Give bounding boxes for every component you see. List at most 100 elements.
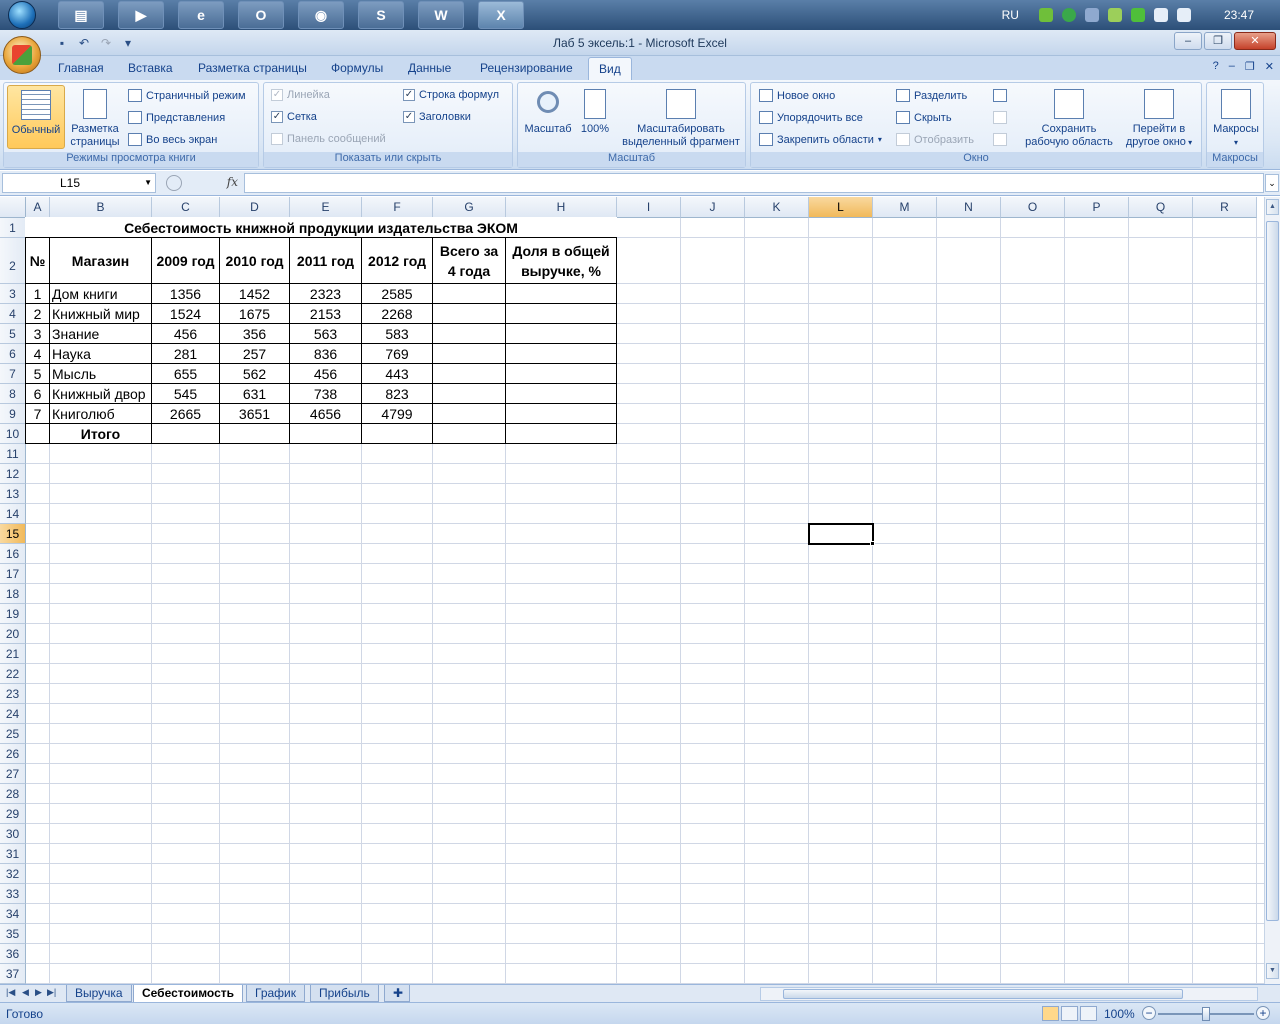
row-header[interactable]: 12 — [0, 464, 26, 484]
cell-2012[interactable]: 443 — [361, 363, 433, 384]
formula-input[interactable] — [244, 173, 1264, 193]
cell-number[interactable]: 2 — [25, 303, 50, 324]
header-share-percent[interactable]: Доля в общей выручке, % — [505, 237, 617, 284]
tab-view[interactable]: Вид — [588, 57, 632, 81]
cell-2010[interactable]: 1675 — [219, 303, 290, 324]
ribbon-close-icon[interactable]: ✕ — [1265, 60, 1274, 73]
vertical-scrollbar[interactable]: ▲ ▼ — [1264, 197, 1280, 984]
taskbar-skype-icon[interactable]: S — [358, 1, 404, 29]
tab-page-layout[interactable]: Разметка страницы — [198, 61, 307, 75]
scroll-down-icon[interactable]: ▼ — [1266, 963, 1279, 979]
cell-2009[interactable]: 1524 — [151, 303, 220, 324]
view-side-by-side-button[interactable] — [993, 89, 1007, 102]
column-header-c[interactable]: C — [152, 197, 220, 218]
row-header[interactable]: 7 — [0, 364, 26, 384]
message-bar-checkbox[interactable]: Панель сообщений — [271, 133, 386, 145]
ribbon-restore-icon[interactable]: ❐ — [1245, 60, 1255, 73]
cell-2011[interactable]: 836 — [289, 343, 362, 364]
row-header[interactable]: 3 — [0, 284, 26, 304]
horizontal-scrollbar[interactable] — [760, 987, 1258, 1001]
name-box-dropdown-icon[interactable]: ▼ — [144, 174, 152, 192]
macros-button[interactable]: Макросы ▾ — [1209, 85, 1263, 149]
zoom-slider[interactable]: − + — [1142, 1006, 1272, 1022]
row-header[interactable]: 24 — [0, 704, 26, 724]
freeze-panes-button[interactable]: Закрепить области ▾ — [759, 133, 882, 146]
headings-checkbox[interactable]: ✓ Заголовки — [403, 111, 471, 123]
save-workspace-button[interactable]: Сохранить рабочую область — [1021, 85, 1117, 149]
cell-number[interactable]: 6 — [25, 383, 50, 404]
cell-share[interactable] — [505, 323, 617, 344]
column-header-j[interactable]: J — [681, 197, 745, 218]
cell-shop[interactable]: Мысль — [49, 363, 152, 384]
cell-shop[interactable]: Книголюб — [49, 403, 152, 424]
row-header[interactable]: 22 — [0, 664, 26, 684]
column-header-g[interactable]: G — [433, 197, 506, 218]
cell-total[interactable] — [432, 403, 506, 424]
row-header[interactable]: 36 — [0, 944, 26, 964]
row-header[interactable]: 25 — [0, 724, 26, 744]
tab-home[interactable]: Главная — [58, 61, 104, 75]
header-2011[interactable]: 2011 год — [289, 237, 362, 284]
column-header-f[interactable]: F — [362, 197, 433, 218]
cell-2011[interactable]: 4656 — [289, 403, 362, 424]
cell-2010[interactable]: 356 — [219, 323, 290, 344]
sheet-tab-chart[interactable]: График — [246, 985, 305, 1002]
row-header[interactable]: 6 — [0, 344, 26, 364]
cell-share[interactable] — [505, 363, 617, 384]
formula-bar-checkbox[interactable]: ✓ Строка формул — [403, 89, 499, 101]
cell-total-value[interactable] — [505, 423, 617, 444]
next-sheet-icon[interactable]: ▶ — [35, 987, 42, 998]
row-header[interactable]: 5 — [0, 324, 26, 344]
row-header[interactable]: 27 — [0, 764, 26, 784]
column-header-p[interactable]: P — [1065, 197, 1129, 218]
cell-2010[interactable]: 257 — [219, 343, 290, 364]
fx-icon[interactable]: fx — [227, 175, 238, 189]
tray-check-icon[interactable] — [1130, 8, 1145, 22]
cell-share[interactable] — [505, 303, 617, 324]
row-header[interactable]: 34 — [0, 904, 26, 924]
row-header[interactable]: 30 — [0, 824, 26, 844]
normal-view-button[interactable]: Обычный — [7, 85, 65, 149]
row-header[interactable]: 11 — [0, 444, 26, 464]
row-header[interactable]: 26 — [0, 744, 26, 764]
zoom-in-icon[interactable]: + — [1256, 1006, 1270, 1020]
row-header[interactable]: 4 — [0, 304, 26, 324]
close-button[interactable]: ✕ — [1234, 32, 1276, 50]
taskbar-internet-explorer-icon[interactable]: e — [178, 1, 224, 29]
row-header[interactable]: 13 — [0, 484, 26, 504]
column-header-o[interactable]: O — [1001, 197, 1065, 218]
row-header[interactable]: 9 — [0, 404, 26, 424]
normal-view-status-icon[interactable] — [1042, 1006, 1059, 1021]
row-header[interactable]: 15 — [0, 524, 26, 544]
row-header[interactable]: 1 — [0, 218, 26, 238]
tray-settings-icon[interactable] — [1084, 8, 1099, 22]
row-header[interactable]: 2 — [0, 238, 26, 284]
sheet-tab-profit[interactable]: Прибыль — [310, 985, 379, 1002]
column-header-e[interactable]: E — [290, 197, 362, 218]
cell-total[interactable] — [432, 283, 506, 304]
header-number[interactable]: № — [25, 237, 50, 284]
tray-device-icon[interactable] — [1153, 8, 1168, 22]
column-header-n[interactable]: N — [937, 197, 1001, 218]
cell-shop[interactable]: Наука — [49, 343, 152, 364]
column-header-h[interactable]: H — [506, 197, 617, 218]
row-header[interactable]: 37 — [0, 964, 26, 984]
cell-2009[interactable]: 456 — [151, 323, 220, 344]
row-header[interactable]: 17 — [0, 564, 26, 584]
cell-2009[interactable]: 2665 — [151, 403, 220, 424]
row-header[interactable]: 16 — [0, 544, 26, 564]
tray-utorrent-icon[interactable] — [1061, 8, 1076, 22]
zoom-slider-knob[interactable] — [1202, 1007, 1210, 1021]
arrange-all-button[interactable]: Упорядочить все — [759, 111, 863, 124]
taskbar-opera-icon[interactable]: O — [238, 1, 284, 29]
table-title[interactable]: Себестоимость книжной продукции издатель… — [25, 217, 617, 238]
horizontal-scroll-thumb[interactable] — [783, 989, 1183, 999]
last-sheet-icon[interactable]: ▶| — [47, 987, 56, 998]
full-screen-button[interactable]: Во весь экран — [128, 133, 217, 146]
tab-data[interactable]: Данные — [408, 61, 451, 75]
restore-button[interactable]: ❐ — [1204, 32, 1232, 50]
scroll-up-icon[interactable]: ▲ — [1266, 199, 1279, 215]
row-header[interactable]: 20 — [0, 624, 26, 644]
tray-network-icon[interactable] — [1107, 8, 1122, 22]
cell-2010[interactable]: 562 — [219, 363, 290, 384]
